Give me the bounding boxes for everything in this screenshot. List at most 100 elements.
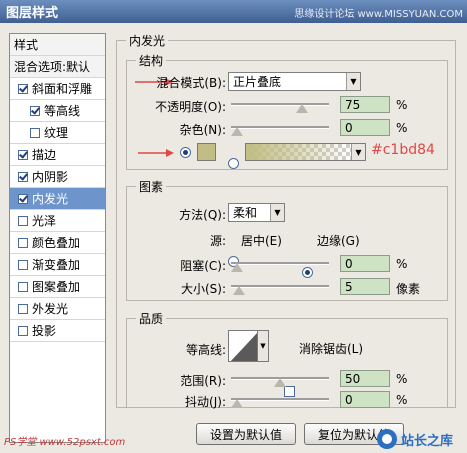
- opacity-thumb[interactable]: [295, 104, 308, 113]
- style-item-label: 渐变叠加: [32, 258, 81, 272]
- annotation-arrow-color: [138, 149, 174, 157]
- size-slider[interactable]: [231, 283, 329, 297]
- style-list-item[interactable]: 渐变叠加: [10, 254, 105, 276]
- size-thumb[interactable]: [232, 286, 245, 295]
- choke-slider[interactable]: [231, 260, 329, 274]
- jitter-percent: %: [396, 393, 408, 407]
- style-list-header-label: 样式: [14, 38, 39, 52]
- style-item-label: 纹理: [44, 126, 69, 140]
- style-list-item[interactable]: 描边: [10, 144, 105, 166]
- gradient-radio[interactable]: [228, 158, 239, 169]
- jitter-slider[interactable]: [231, 396, 329, 410]
- chevron-down-icon: ▼: [258, 330, 269, 362]
- watermark-bottom-left: PS学堂 www.52psxt.com: [4, 437, 126, 448]
- style-list-item[interactable]: 内阴影: [10, 166, 105, 188]
- size-label: 大小(S):: [180, 282, 226, 296]
- contour-picker[interactable]: ▼: [228, 330, 270, 362]
- style-item-label: 图案叠加: [32, 280, 81, 294]
- style-checkbox[interactable]: [18, 193, 28, 204]
- style-checkbox[interactable]: [18, 325, 28, 336]
- contour-curve-icon: [228, 330, 258, 362]
- style-list-header[interactable]: 样式: [10, 34, 105, 56]
- style-checkbox[interactable]: [18, 215, 28, 226]
- watermark-top: 思缘设计论坛 www.MISSYUAN.COM: [294, 9, 463, 20]
- range-input[interactable]: 50: [340, 370, 390, 387]
- style-list-item[interactable]: 斜面和浮雕: [10, 78, 105, 100]
- range-slider[interactable]: [231, 375, 329, 389]
- jitter-label: 抖动(J):: [185, 395, 226, 409]
- elements-title: 图素: [136, 178, 167, 195]
- style-list: 样式 混合选项:默认 斜面和浮雕 等高线纹理描边内阴影内发光光泽颜色叠加渐变叠加图…: [9, 33, 106, 443]
- style-checkbox[interactable]: [18, 281, 28, 292]
- choke-percent: %: [396, 257, 408, 271]
- style-checkbox[interactable]: [18, 149, 28, 160]
- style-item-label: 颜色叠加: [32, 236, 81, 250]
- style-checkbox[interactable]: [18, 303, 28, 314]
- style-item-label: 描边: [32, 148, 57, 162]
- size-track: [231, 285, 329, 288]
- style-checkbox[interactable]: [18, 83, 28, 94]
- style-item-label: 光泽: [32, 214, 57, 228]
- noise-slider[interactable]: [231, 124, 329, 138]
- noise-thumb[interactable]: [231, 127, 243, 136]
- size-input[interactable]: 5: [340, 278, 390, 295]
- style-list-item[interactable]: 等高线: [10, 100, 105, 122]
- method-label: 方法(Q):: [179, 208, 226, 222]
- noise-input[interactable]: 0: [340, 119, 390, 136]
- opacity-slider[interactable]: [231, 101, 329, 115]
- choke-track: [231, 262, 329, 265]
- method-value: 柔和: [233, 206, 258, 220]
- style-list-item[interactable]: 纹理: [10, 122, 105, 144]
- style-list-item[interactable]: 内发光: [10, 188, 105, 210]
- title-bar: 图层样式 思缘设计论坛 www.MISSYUAN.COM: [0, 0, 467, 23]
- glow-color-swatch[interactable]: [197, 143, 216, 161]
- contour-label: 等高线:: [185, 343, 226, 357]
- noise-track: [231, 126, 329, 129]
- style-checkbox[interactable]: [18, 171, 28, 182]
- jitter-input[interactable]: 0: [340, 391, 390, 408]
- opacity-input[interactable]: 75: [340, 96, 390, 113]
- quality-title: 品质: [136, 310, 167, 327]
- method-select[interactable]: 柔和 ▼: [228, 203, 285, 222]
- style-item-label: 内阴影: [32, 170, 69, 184]
- watermark-bottom-right-label: 站长之库: [401, 433, 454, 449]
- source-edge-label: 边缘(G): [317, 234, 360, 248]
- style-list-item[interactable]: 图案叠加: [10, 276, 105, 298]
- style-list-item[interactable]: 投影: [10, 320, 105, 342]
- chevron-down-icon: ▼: [346, 73, 360, 90]
- color-annotation: #c1bd84: [371, 142, 435, 158]
- style-item-label: 外发光: [32, 302, 69, 316]
- range-percent: %: [396, 372, 408, 386]
- watermark-bottom-right: 站长之库: [376, 427, 453, 451]
- set-default-button[interactable]: 设置为默认值: [196, 423, 296, 445]
- choke-thumb[interactable]: [231, 263, 243, 272]
- style-list-item[interactable]: 颜色叠加: [10, 232, 105, 254]
- anti-alias-label: 消除锯齿(L): [299, 342, 364, 356]
- style-list-item[interactable]: 光泽: [10, 210, 105, 232]
- blend-options-item[interactable]: 混合选项:默认: [10, 56, 105, 78]
- blend-options-label: 混合选项:默认: [14, 60, 91, 74]
- inner-glow-title: 内发光: [126, 32, 169, 49]
- opacity-percent: %: [396, 98, 408, 112]
- noise-label: 杂色(N):: [179, 123, 226, 137]
- style-checkbox[interactable]: [30, 105, 40, 116]
- site-logo-icon: [377, 429, 397, 449]
- gradient-picker[interactable]: ▼: [245, 143, 366, 161]
- style-item-label: 内发光: [32, 192, 69, 206]
- blend-mode-select[interactable]: 正片叠底 ▼: [228, 72, 361, 91]
- window-title: 图层样式: [6, 6, 59, 21]
- range-thumb[interactable]: [274, 378, 286, 387]
- blend-mode-value: 正片叠底: [233, 75, 282, 89]
- style-checkbox[interactable]: [18, 259, 28, 270]
- style-checkbox[interactable]: [18, 237, 28, 248]
- size-unit: 像素: [396, 282, 421, 296]
- blend-mode-label: 混合模式(B):: [156, 76, 226, 90]
- style-list-item[interactable]: 外发光: [10, 298, 105, 320]
- choke-input[interactable]: 0: [340, 255, 390, 272]
- noise-percent: %: [396, 121, 408, 135]
- jitter-thumb[interactable]: [231, 399, 243, 408]
- style-checkbox[interactable]: [30, 127, 40, 138]
- style-item-label: 投影: [32, 324, 57, 338]
- solid-color-radio[interactable]: [180, 147, 191, 158]
- chevron-down-icon: ▼: [351, 144, 365, 160]
